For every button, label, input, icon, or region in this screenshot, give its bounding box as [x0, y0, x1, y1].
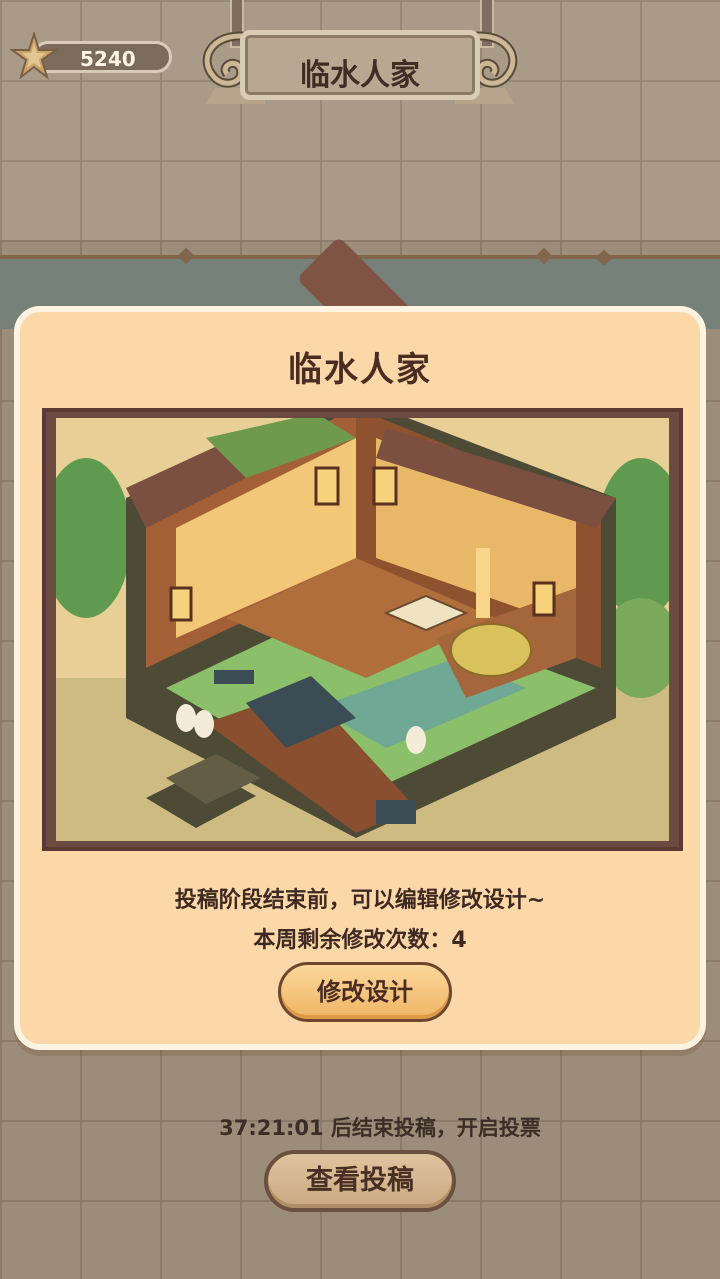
countdown-text: 37:21:01 后结束投稿，开启投票	[219, 1116, 541, 1140]
view-submissions-button[interactable]: 查看投稿	[264, 1150, 456, 1212]
design-submission-dialog: 临水人家 投稿阶段结束前，可以编辑修改设计~ 本周剩余修改次数：4 修改设计	[14, 306, 706, 1050]
currency-counter: 5240	[10, 32, 172, 80]
currency-value: 5240	[80, 47, 136, 71]
isometric-room-preview-image	[56, 418, 669, 841]
edit-design-button[interactable]: 修改设计	[278, 962, 452, 1022]
star-icon	[10, 32, 58, 80]
edit-hint-text: 投稿阶段结束前，可以编辑修改设计~	[174, 888, 546, 913]
design-preview-frame	[42, 408, 683, 851]
top-title-banner: 临水人家	[195, 0, 525, 118]
banner-plate: 临水人家	[240, 30, 480, 100]
remaining-edits-text: 本周剩余修改次数：4	[253, 928, 467, 953]
dialog-title: 临水人家	[288, 350, 432, 390]
banner-title: 临水人家	[300, 58, 420, 93]
